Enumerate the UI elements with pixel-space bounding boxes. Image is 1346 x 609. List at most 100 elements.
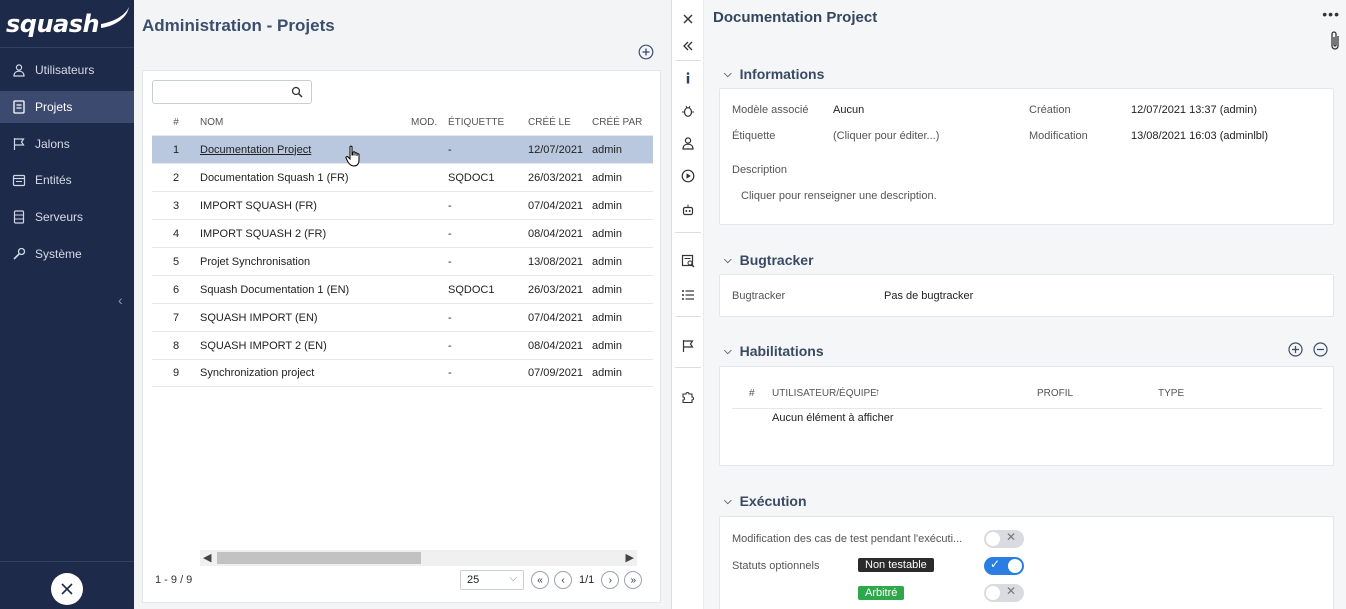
add-permission-icon[interactable] [1288,342,1303,357]
table-body: 1 Documentation Project - 12/07/2021 admin 2 D… [152,135,653,387]
table-row[interactable]: 9 Synchronization project - 07/09/2021 admin [152,359,653,387]
last-page-button[interactable]: » [624,571,643,589]
tab-bugtracker[interactable] [672,96,704,126]
tab-plugins[interactable] [672,382,704,412]
attachment-icon[interactable] [1328,30,1342,52]
section-execution-toggle[interactable]: ⌵ Exécution [724,493,807,509]
sidebar-item-serveurs[interactable]: Serveurs [0,201,134,233]
cell-nom-text[interactable]: IMPORT SQUASH (FR) [200,200,317,212]
column-header-num[interactable]: # [749,388,755,399]
projects-icon [12,100,26,114]
toggle-off-icon: ✕ [1005,584,1016,598]
informations-card: Modèle associé Aucun Étiquette (Cliquer … [719,88,1334,225]
tab-milestones[interactable] [672,331,704,361]
sort-asc-icon: ↑ [875,387,880,398]
section-informations-toggle[interactable]: ⌵ Informations [724,66,824,82]
logo[interactable]: squash [0,0,134,48]
remove-permission-icon[interactable] [1313,342,1328,357]
close-app-button[interactable] [51,572,83,605]
scroll-right-icon[interactable]: ▶ [626,551,634,564]
cell-nom: Documentation Squash 1 (FR) [200,172,411,184]
table-row[interactable]: 8 SQUASH IMPORT 2 (EN) - 08/04/2021 admin [152,331,653,359]
tab-habilitations[interactable] [672,128,704,158]
cell-nom-text[interactable]: Squash Documentation 1 (EN) [200,284,349,296]
table-row[interactable]: 1 Documentation Project - 12/07/2021 admin [152,135,653,163]
cell-nom-text[interactable]: IMPORT SQUASH 2 (FR) [200,228,326,240]
cell-num: 5 [152,256,200,268]
column-header-type[interactable]: TYPE [1158,388,1184,399]
tab-informations[interactable] [672,63,704,93]
cell-etiquette: - [448,367,528,379]
scrollbar-thumb[interactable] [217,552,421,564]
section-habilitations-toggle[interactable]: ⌵ Habilitations [724,343,824,359]
horizontal-scrollbar[interactable]: ◀ ▶ [200,550,637,566]
section-title: Habilitations [739,343,824,359]
sidebar-collapse-icon[interactable]: ‹ [118,292,123,308]
column-header-nom[interactable]: NOM [200,117,411,128]
column-header-num[interactable]: # [152,117,200,128]
column-header-user[interactable]: UTILISATEUR/ÉQUIPE [772,388,877,399]
cell-cree-par-text: admin [592,339,622,352]
cell-num-text: 5 [172,255,180,268]
sidebar-item-entites[interactable]: Entités [0,164,134,196]
table-row[interactable]: 3 IMPORT SQUASH (FR) - 07/04/2021 admin [152,191,653,219]
sidebar-item-projets[interactable]: Projets [0,90,134,123]
column-header-cree-le[interactable]: CRÉÉ LE [528,117,592,128]
description-field[interactable]: Cliquer pour renseigner une description. [741,190,937,202]
sidebar-item-utilisateurs[interactable]: Utilisateurs [0,54,134,86]
cell-cree-par-text: admin [592,283,622,296]
sidebar-item-label: Projets [35,99,73,114]
bugtracker-value[interactable]: Pas de bugtracker [884,290,973,302]
cell-nom-text[interactable]: Projet Synchronisation [200,256,310,268]
arbitre-toggle[interactable]: ✕ [984,584,1024,602]
table-row[interactable]: 7 SQUASH IMPORT (EN) - 07/04/2021 admin [152,303,653,331]
cell-cree-le-text: 08/04/2021 [528,339,584,352]
table-row[interactable]: 5 Projet Synchronisation - 13/08/2021 admin [152,247,653,275]
sidebar-item-label: Jalons [35,136,70,151]
sidebar-item-systeme[interactable]: Système [0,238,134,270]
modif-label: Modification des cas de test pendant l'e… [732,533,963,545]
modif-toggle[interactable]: ✕ [984,530,1024,548]
tab-automation[interactable] [672,195,704,225]
column-header-mod[interactable]: MOD. [411,117,448,128]
double-chevron-left-icon [683,41,693,51]
cell-cree-par: admin [592,228,653,240]
cell-nom-text[interactable]: SQUASH IMPORT 2 (EN) [200,340,327,352]
column-header-cree-par[interactable]: CRÉÉ PAR [592,117,653,128]
next-page-button[interactable]: › [601,571,620,589]
cell-nom-text[interactable]: Synchronization project [200,367,314,379]
section-bugtracker-toggle[interactable]: ⌵ Bugtracker [724,252,814,268]
etiquette-value[interactable]: (Cliquer pour éditer...) [833,130,939,142]
cell-nom-text[interactable]: SQUASH IMPORT (EN) [200,312,318,324]
chevron-down-icon: ⌵ [724,254,732,266]
more-menu-icon[interactable]: ••• [1322,6,1340,22]
chevron-down-icon: ⌵ [509,573,517,584]
scroll-left-icon[interactable]: ◀ [203,551,211,564]
flag-icon [682,340,694,352]
cell-nom-text[interactable]: Documentation Project [200,144,311,156]
non-testable-toggle[interactable]: ✓ [984,557,1024,575]
tab-lists[interactable] [672,280,704,310]
column-header-etiquette[interactable]: ÉTIQUETTE [448,117,528,128]
cell-cree-par: admin [592,340,653,352]
tab-test-cases[interactable] [672,246,704,276]
cell-nom-text[interactable]: Documentation Squash 1 (FR) [200,172,349,184]
sidebar-item-jalons[interactable]: Jalons [0,128,134,160]
table-row[interactable]: 2 Documentation Squash 1 (FR) SQDOC1 26/03/… [152,163,653,191]
modele-value[interactable]: Aucun [833,104,864,116]
table-row[interactable]: 6 Squash Documentation 1 (EN) SQDOC1 26/03/… [152,275,653,303]
page-size-select[interactable]: 25 ⌵ [460,570,524,590]
prev-page-button[interactable]: ‹ [554,571,572,589]
sidebar-item-label: Serveurs [35,210,84,225]
table-row[interactable]: 4 IMPORT SQUASH 2 (FR) - 08/04/2021 admin [152,219,653,247]
toolbar-divider [675,60,701,61]
add-project-icon[interactable] [638,44,654,60]
first-page-button[interactable]: « [531,571,549,589]
column-header-profil[interactable]: PROFIL [1037,388,1073,399]
expand-detail-button[interactable] [672,31,704,61]
tab-execution[interactable] [672,161,704,191]
search-icon [291,86,303,98]
close-detail-button[interactable] [672,4,704,34]
search-input[interactable] [152,80,312,104]
sidebar: squash Utilisateurs Projets Jalons Entit… [0,0,134,609]
